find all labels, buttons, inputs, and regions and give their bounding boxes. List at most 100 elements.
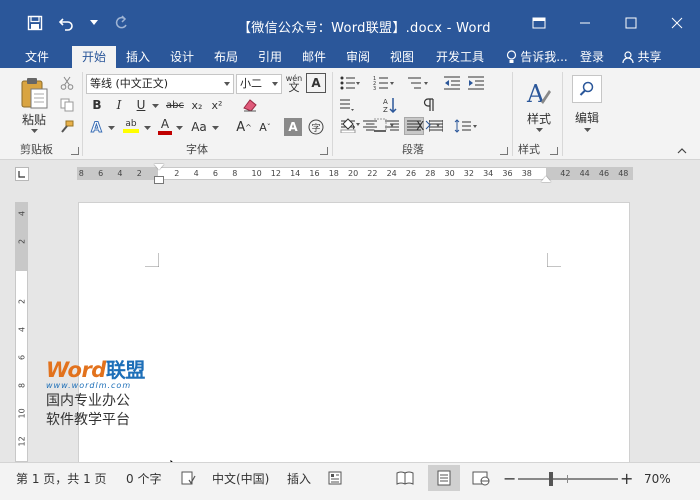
character-shading-button[interactable]: A bbox=[284, 118, 302, 136]
tab-view[interactable]: 视图 bbox=[380, 46, 424, 68]
borders-button[interactable] bbox=[370, 116, 398, 134]
format-painter-button[interactable] bbox=[58, 118, 76, 136]
tab-selector-icon[interactable] bbox=[15, 167, 29, 181]
font-color-button[interactable]: A bbox=[156, 116, 174, 136]
sort-button[interactable]: AZ bbox=[380, 95, 406, 115]
paint-bucket-icon bbox=[340, 118, 360, 133]
ruler-number: 4 bbox=[193, 169, 199, 178]
word-count[interactable]: 0 个字 bbox=[126, 471, 161, 487]
read-mode-icon[interactable] bbox=[396, 470, 414, 490]
zoom-level[interactable]: 70% bbox=[644, 471, 671, 487]
zoom-out-button[interactable]: − bbox=[503, 471, 516, 487]
zoom-slider-thumb[interactable] bbox=[549, 472, 554, 486]
share-button[interactable]: 共享 bbox=[612, 46, 672, 68]
tab-mailings[interactable]: 邮件 bbox=[292, 46, 336, 68]
paragraph-launcher-icon[interactable] bbox=[500, 147, 508, 155]
maximize-icon[interactable] bbox=[608, 0, 654, 46]
chevron-down-icon[interactable] bbox=[175, 124, 183, 132]
language-indicator[interactable]: 中文(中国) bbox=[212, 471, 269, 487]
text-effects-button[interactable]: A bbox=[88, 118, 106, 136]
clipboard-launcher-icon[interactable] bbox=[71, 147, 79, 155]
character-border-button[interactable]: A bbox=[306, 73, 326, 93]
tab-review[interactable]: 审阅 bbox=[336, 46, 380, 68]
zoom-slider[interactable] bbox=[518, 472, 618, 486]
paste-button[interactable]: 粘贴 bbox=[14, 74, 54, 136]
increase-indent-button[interactable] bbox=[466, 73, 486, 93]
insert-mode-indicator[interactable]: 插入 bbox=[287, 471, 311, 487]
crop-mark-top-left bbox=[145, 253, 159, 267]
scissors-icon bbox=[60, 76, 74, 90]
vertical-ruler[interactable]: 4 2 2 4 6 8 10 12 bbox=[15, 202, 28, 462]
styles-launcher-icon[interactable] bbox=[550, 147, 558, 155]
print-layout-icon[interactable] bbox=[428, 465, 460, 491]
show-formatting-marks-button[interactable] bbox=[418, 95, 440, 115]
strikethrough-button[interactable]: abc bbox=[164, 96, 186, 114]
tab-developer[interactable]: 开发工具 bbox=[424, 46, 496, 68]
collapse-ribbon-icon[interactable] bbox=[676, 146, 688, 156]
line-spacing-button[interactable] bbox=[452, 117, 480, 135]
editing-button[interactable]: 编辑 bbox=[570, 72, 604, 136]
tab-references[interactable]: 引用 bbox=[248, 46, 292, 68]
highlight-button[interactable]: ab bbox=[120, 116, 142, 136]
save-icon[interactable] bbox=[26, 14, 44, 32]
vertical-scrollbar[interactable] bbox=[686, 190, 700, 462]
zoom-in-button[interactable]: + bbox=[620, 471, 633, 487]
numbering-button[interactable]: 123 bbox=[370, 73, 398, 93]
asian-layout-button[interactable]: X bbox=[414, 116, 444, 134]
clear-formatting-button[interactable] bbox=[240, 96, 260, 114]
multilevel-list-button[interactable] bbox=[404, 73, 432, 93]
document-page[interactable] bbox=[78, 202, 630, 472]
styles-button[interactable]: A 样式 bbox=[520, 74, 558, 136]
undo-icon[interactable] bbox=[58, 14, 76, 32]
title-bar: 【微信公众号：Word联盟】.docx - Word bbox=[0, 0, 700, 46]
chevron-down-icon[interactable] bbox=[90, 14, 98, 32]
signin-link[interactable]: 登录 bbox=[574, 46, 610, 68]
underline-button[interactable]: U bbox=[132, 96, 150, 114]
copy-button[interactable] bbox=[58, 96, 76, 114]
tell-me-box[interactable]: 告诉我... bbox=[500, 46, 574, 68]
svg-text:字: 字 bbox=[312, 122, 321, 134]
chevron-down-icon[interactable] bbox=[151, 102, 159, 110]
svg-text:A: A bbox=[383, 98, 388, 106]
chevron-down-icon[interactable] bbox=[143, 124, 151, 132]
decrease-indent-button[interactable] bbox=[442, 73, 462, 93]
chinese-layout-button[interactable] bbox=[338, 95, 356, 115]
tab-insert[interactable]: 插入 bbox=[116, 46, 160, 68]
enclose-characters-button[interactable]: 字 bbox=[306, 118, 326, 136]
page-count[interactable]: 第 1 页，共 1 页 bbox=[16, 471, 107, 487]
shading-button[interactable] bbox=[338, 116, 362, 134]
ruler-number: 14 bbox=[290, 169, 301, 178]
ribbon-display-icon[interactable] bbox=[516, 0, 562, 46]
tab-home[interactable]: 开始 bbox=[72, 46, 116, 68]
first-line-indent-marker[interactable] bbox=[154, 164, 164, 170]
hanging-indent-marker[interactable] bbox=[154, 176, 164, 184]
site-watermark: Word联盟 www.wordlm.com 国内专业办公 软件教学平台 bbox=[46, 354, 145, 430]
vertical-ruler-number: 4 bbox=[17, 210, 27, 217]
chevron-down-icon[interactable] bbox=[107, 124, 115, 132]
redo-icon[interactable] bbox=[112, 14, 130, 32]
tab-layout[interactable]: 布局 bbox=[204, 46, 248, 68]
font-name-combo[interactable]: 等线 (中文正文) bbox=[86, 74, 234, 94]
shrink-font-button[interactable]: Aˇ bbox=[256, 118, 274, 136]
phonetic-guide-button[interactable]: wén 文 bbox=[284, 72, 304, 94]
right-indent-marker[interactable] bbox=[541, 176, 551, 182]
chevron-down-icon[interactable] bbox=[211, 124, 219, 132]
tab-file[interactable]: 文件 bbox=[14, 46, 60, 68]
change-case-button[interactable]: Aa bbox=[188, 118, 210, 136]
subscript-button[interactable]: x₂ bbox=[188, 96, 206, 114]
sort-icon: AZ bbox=[383, 98, 397, 113]
close-icon[interactable] bbox=[654, 0, 700, 46]
superscript-button[interactable]: x² bbox=[208, 96, 226, 114]
font-size-combo[interactable]: 小二 bbox=[236, 74, 282, 94]
web-layout-icon[interactable] bbox=[472, 470, 490, 490]
macro-record-icon[interactable] bbox=[327, 470, 343, 490]
grow-font-button[interactable]: A ^ bbox=[234, 118, 254, 136]
proofing-icon[interactable] bbox=[180, 470, 196, 490]
cut-button[interactable] bbox=[58, 74, 76, 92]
italic-button[interactable]: I bbox=[110, 96, 128, 114]
bold-button[interactable]: B bbox=[88, 96, 106, 114]
minimize-icon[interactable] bbox=[562, 0, 608, 46]
font-launcher-icon[interactable] bbox=[320, 147, 328, 155]
bullets-button[interactable] bbox=[338, 73, 362, 93]
tab-design[interactable]: 设计 bbox=[160, 46, 204, 68]
